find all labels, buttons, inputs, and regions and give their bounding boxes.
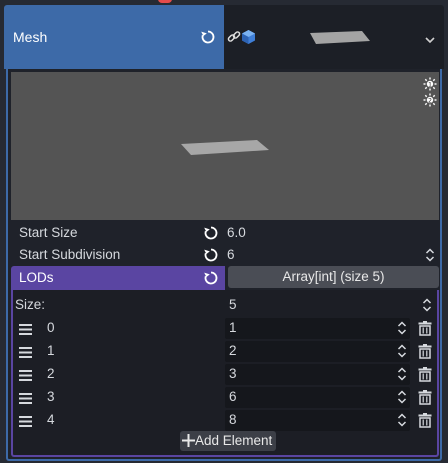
drag-handle-icon[interactable] [19, 323, 32, 335]
array-size-input[interactable]: 5 [229, 297, 237, 312]
element-value: 6 [229, 389, 237, 404]
array-element-row: 3 6 [13, 386, 437, 409]
element-value: 8 [229, 412, 237, 427]
start-subdivision-row: Start Subdivision 6 [11, 244, 439, 266]
top-marker [158, 0, 172, 3]
array-toggle-button[interactable]: Array[int] (size 5) [228, 266, 439, 288]
element-value-input[interactable]: 1 [225, 318, 410, 339]
revert-icon[interactable] [203, 270, 219, 286]
spin-arrows-icon[interactable] [425, 248, 435, 262]
start-subdivision-label: Start Subdivision [19, 247, 121, 262]
element-index: 1 [47, 343, 55, 358]
spin-arrows-icon[interactable] [422, 298, 432, 312]
svg-text:1: 1 [428, 81, 432, 88]
array-element-row: 0 1 [13, 317, 437, 340]
mesh-property: Mesh [4, 5, 444, 69]
trash-icon[interactable] [418, 344, 432, 359]
trash-icon[interactable] [418, 390, 432, 405]
drag-handle-icon[interactable] [19, 369, 32, 381]
spin-arrows-icon[interactable] [397, 321, 407, 335]
add-element-label: Add Element [195, 433, 273, 448]
revert-icon[interactable] [203, 225, 219, 241]
element-index: 0 [47, 320, 55, 335]
drag-handle-icon[interactable] [19, 415, 32, 427]
spin-arrows-icon[interactable] [397, 413, 407, 427]
array-element-row: 1 2 [13, 340, 437, 363]
spin-arrows-icon[interactable] [397, 367, 407, 381]
array-size-label: Size: [15, 297, 46, 312]
mesh-resource-picker[interactable] [224, 5, 444, 69]
mesh-thumbnail [304, 27, 376, 47]
spin-arrows-icon[interactable] [397, 390, 407, 404]
svg-text:2: 2 [428, 97, 432, 104]
element-value-input[interactable]: 3 [225, 364, 410, 385]
start-size-row: Start Size 6.0 [11, 222, 439, 244]
array-element-row: 4 8 [13, 409, 437, 432]
drag-handle-icon[interactable] [19, 346, 32, 358]
start-subdivision-input[interactable]: 6 [227, 247, 235, 262]
element-value: 3 [229, 366, 237, 381]
start-size-label: Start Size [19, 225, 78, 240]
light-2-icon[interactable]: 2 [423, 93, 437, 107]
trash-icon[interactable] [418, 413, 432, 428]
element-value-input[interactable]: 8 [225, 410, 410, 431]
array-element-row: 2 3 [13, 363, 437, 386]
lods-label-cell: LODs [11, 266, 225, 290]
trash-icon[interactable] [418, 321, 432, 336]
cube-icon [241, 29, 256, 45]
start-size-input[interactable]: 6.0 [227, 225, 246, 240]
element-value-input[interactable]: 6 [225, 387, 410, 408]
light-1-icon[interactable]: 1 [423, 77, 437, 91]
preview-plane-mesh [177, 136, 273, 160]
drag-handle-icon[interactable] [19, 392, 32, 404]
lods-array-panel: Size: 5 0 1 1 2 2 3 3 6 4 8 Add Element [11, 290, 439, 457]
revert-icon[interactable] [203, 247, 219, 263]
chevron-down-icon[interactable] [424, 33, 436, 44]
revert-icon[interactable] [200, 29, 216, 45]
element-value: 2 [229, 343, 237, 358]
mesh-preview: 1 2 [11, 72, 439, 220]
mesh-label-cell: Mesh [4, 5, 224, 69]
plus-icon [182, 434, 195, 447]
mesh-label: Mesh [13, 29, 48, 45]
trash-icon[interactable] [418, 367, 432, 382]
element-value-input[interactable]: 2 [225, 341, 410, 362]
element-index: 4 [47, 412, 55, 427]
lods-row: LODs Array[int] (size 5) [11, 266, 439, 290]
add-element-button[interactable]: Add Element [180, 431, 276, 451]
array-size-row: Size: 5 [13, 294, 437, 316]
spin-arrows-icon[interactable] [397, 344, 407, 358]
lods-label: LODs [19, 270, 54, 285]
element-value: 1 [229, 320, 237, 335]
link-icon[interactable] [227, 30, 241, 44]
mesh-subresource-panel: 1 2 Start Size 6.0 Start Subdivision 6 L… [6, 69, 442, 461]
element-index: 3 [47, 389, 55, 404]
element-index: 2 [47, 366, 55, 381]
